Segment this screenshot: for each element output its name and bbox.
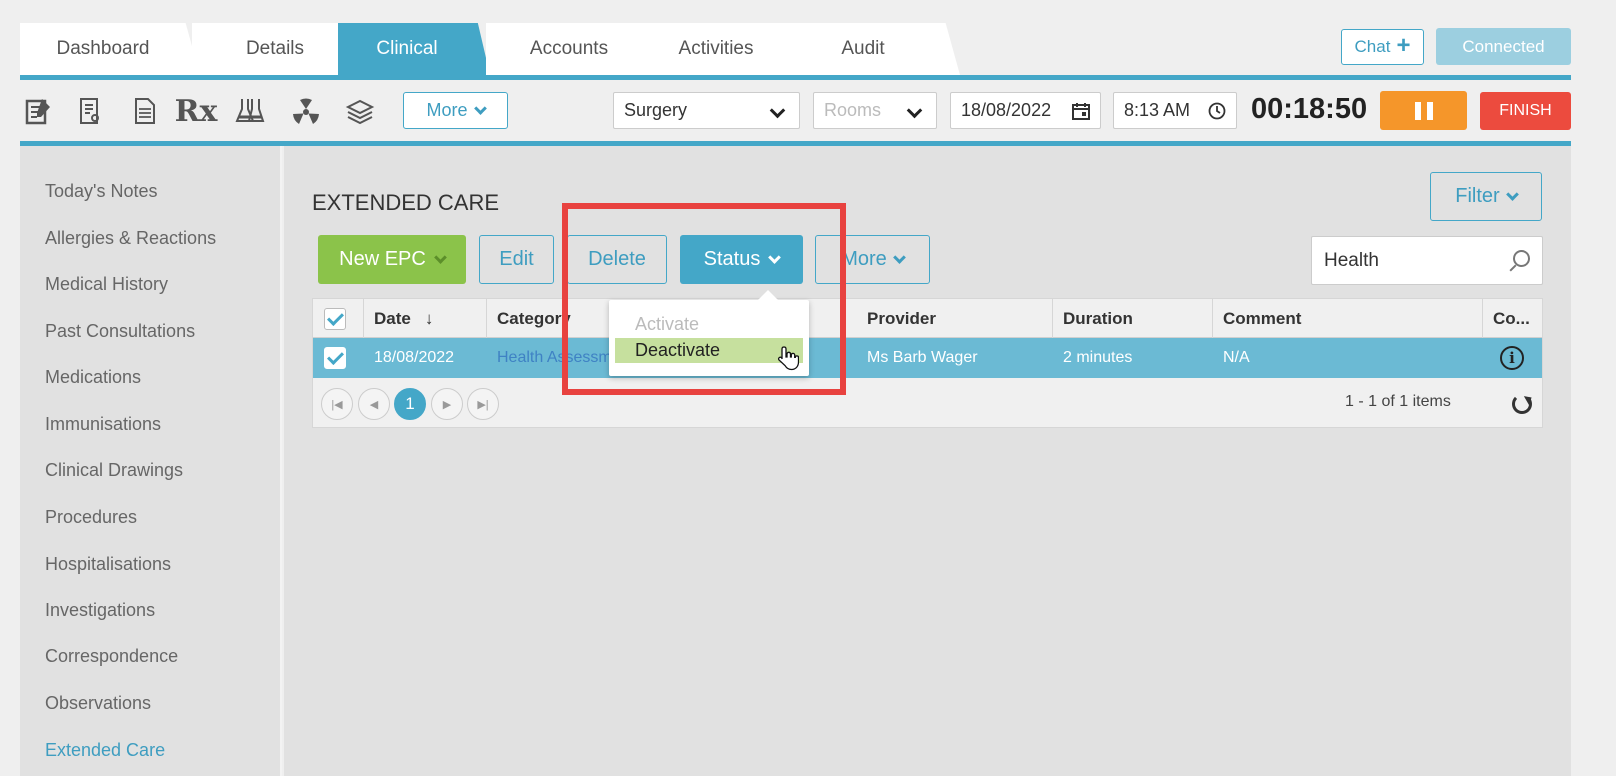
sidebar-item-hospitalisations[interactable]: Hospitalisations <box>45 554 171 575</box>
sidebar-item-medications[interactable]: Medications <box>45 367 141 388</box>
time-picker[interactable]: 8:13 AM <box>1113 92 1237 129</box>
page-number-current[interactable]: 1 <box>394 388 426 420</box>
last-page-icon[interactable]: ▶| <box>467 388 499 420</box>
date-picker[interactable]: 18/08/2022 <box>950 92 1101 129</box>
cell-comment: N/A <box>1223 349 1250 366</box>
column-header-comment[interactable]: Comment <box>1213 299 1483 338</box>
notes-icon[interactable] <box>20 93 56 129</box>
tab-underline <box>20 75 1571 80</box>
refresh-icon[interactable] <box>1512 394 1532 414</box>
finish-button[interactable]: FINISH <box>1480 92 1571 130</box>
select-all-checkbox[interactable] <box>324 308 346 330</box>
prescription-pad-icon[interactable] <box>72 93 108 129</box>
sidebar-item-correspondence[interactable]: Correspondence <box>45 646 178 667</box>
tab-dashboard[interactable]: Dashboard <box>20 23 200 75</box>
rooms-placeholder: Rooms <box>824 100 882 120</box>
highlight-annotation-box <box>562 203 846 395</box>
next-page-icon[interactable]: ▶ <box>431 388 463 420</box>
column-header-date[interactable]: Date ↓ <box>364 299 487 338</box>
sidebar-item-immunisations[interactable]: Immunisations <box>45 414 161 435</box>
rooms-select[interactable]: Rooms <box>813 92 937 129</box>
grid-header: Date ↓ Category Provider Duration Commen… <box>313 299 1542 338</box>
clock-icon[interactable] <box>1208 102 1226 120</box>
edit-button[interactable]: Edit <box>479 235 554 284</box>
new-epc-button[interactable]: New EPC <box>318 235 466 284</box>
rx-label: Rx <box>174 93 218 129</box>
grid-pager: |◀ ◀ 1 ▶ ▶| 1 - 1 of 1 items <box>313 378 1542 428</box>
search-value: Health <box>1324 249 1379 271</box>
sidebar-item-past-consultations[interactable]: Past Consultations <box>45 321 195 342</box>
chevron-down-icon <box>892 250 906 264</box>
sidebar-item-todays-notes[interactable]: Today's Notes <box>45 181 158 202</box>
location-value: Surgery <box>624 100 688 120</box>
sidebar-item-allergies[interactable]: Allergies & Reactions <box>45 228 216 249</box>
time-value: 8:13 AM <box>1124 100 1191 120</box>
pause-icon-bar <box>1426 101 1433 120</box>
search-icon[interactable] <box>1513 250 1530 267</box>
page-title: EXTENDED CARE <box>312 190 500 215</box>
table-row[interactable]: 18/08/2022 Health Assessme Ms Barb Wager… <box>313 338 1542 378</box>
select-all-cell <box>313 299 364 338</box>
column-date-label: Date <box>374 308 411 328</box>
lab-flask-icon[interactable] <box>232 93 268 129</box>
clinical-sidebar: Today's Notes Allergies & Reactions Medi… <box>20 146 282 776</box>
chevron-down-icon <box>473 101 487 115</box>
chevron-down-icon <box>769 102 786 119</box>
chat-button[interactable]: Chat + <box>1341 29 1424 65</box>
tab-audit[interactable]: Audit <box>780 23 960 75</box>
stack-icon[interactable] <box>342 93 378 129</box>
chat-label: Chat <box>1354 37 1391 56</box>
info-icon[interactable]: i <box>1500 346 1524 370</box>
new-epc-label: New EPC <box>339 248 426 270</box>
grid-more-label: More <box>841 248 887 270</box>
sidebar-item-investigations[interactable]: Investigations <box>45 600 155 621</box>
chevron-down-icon <box>906 102 923 119</box>
cell-duration: 2 minutes <box>1063 349 1133 366</box>
sidebar-item-extended-care[interactable]: Extended Care <box>45 740 165 761</box>
column-header-duration[interactable]: Duration <box>1053 299 1213 338</box>
cell-provider: Ms Barb Wager <box>867 349 978 366</box>
report-icon[interactable] <box>126 93 162 129</box>
search-input[interactable]: Health <box>1311 236 1543 285</box>
filter-label: Filter <box>1455 185 1500 207</box>
rx-icon[interactable]: Rx <box>175 93 218 129</box>
date-value: 18/08/2022 <box>961 100 1052 120</box>
sidebar-item-clinical-drawings[interactable]: Clinical Drawings <box>45 460 183 481</box>
calendar-icon[interactable] <box>1072 102 1090 120</box>
connected-button[interactable]: Connected <box>1436 28 1571 65</box>
plus-icon: + <box>1396 32 1411 59</box>
consult-timer: 00:18:50 <box>1251 93 1368 125</box>
sidebar-item-procedures[interactable]: Procedures <box>45 507 137 528</box>
first-page-icon[interactable]: |◀ <box>321 388 353 420</box>
sidebar-item-observations[interactable]: Observations <box>45 693 151 714</box>
column-header-provider[interactable]: Provider <box>857 299 1053 338</box>
extended-care-grid: Date ↓ Category Provider Duration Commen… <box>312 298 1543 428</box>
toolbar-more-button[interactable]: More <box>403 92 508 129</box>
column-header-co[interactable]: Co... <box>1483 299 1544 338</box>
chevron-down-icon <box>433 250 447 264</box>
pause-button[interactable] <box>1380 91 1467 130</box>
row-checkbox[interactable] <box>324 347 346 369</box>
tab-clinical[interactable]: Clinical <box>338 23 490 75</box>
radiation-icon[interactable] <box>288 93 324 129</box>
filter-button[interactable]: Filter <box>1430 172 1542 221</box>
pager-info: 1 - 1 of 1 items <box>1345 393 1451 410</box>
cell-date: 18/08/2022 <box>374 349 455 366</box>
pause-icon-bar <box>1414 101 1421 120</box>
chevron-down-icon <box>1505 187 1519 201</box>
toolbar-more-label: More <box>426 100 468 120</box>
prev-page-icon[interactable]: ◀ <box>358 388 390 420</box>
sidebar-item-medical-history[interactable]: Medical History <box>45 274 168 295</box>
sort-descending-icon: ↓ <box>424 308 434 328</box>
location-select[interactable]: Surgery <box>613 92 800 129</box>
main-tab-bar: Dashboard Details Clinical Accounts Acti… <box>20 23 1571 75</box>
